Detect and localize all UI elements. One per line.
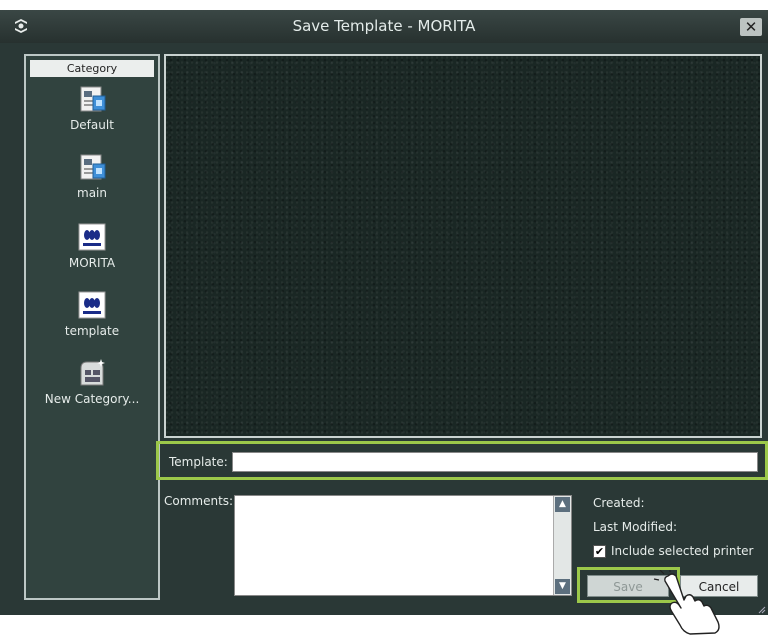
new-category-icon bbox=[80, 359, 105, 386]
resize-grip-icon[interactable] bbox=[757, 605, 766, 614]
new-category-button[interactable]: New Category... bbox=[26, 358, 158, 420]
template-label: Template: bbox=[169, 455, 228, 469]
save-template-dialog: Save Template - MORITA ✕ Category Defaul… bbox=[0, 10, 768, 615]
category-item-template[interactable]: template bbox=[26, 290, 158, 352]
template-name-input[interactable] bbox=[232, 452, 758, 472]
template-preview-area bbox=[164, 54, 762, 438]
category-item-default[interactable]: Default bbox=[26, 84, 158, 146]
created-label: Created: bbox=[593, 496, 645, 510]
category-item-main[interactable]: main bbox=[26, 152, 158, 214]
category-header: Category bbox=[30, 60, 154, 77]
comments-textarea[interactable]: ▲ ▼ bbox=[234, 495, 572, 596]
template-doc-icon bbox=[80, 154, 106, 180]
morita-logo-icon bbox=[78, 291, 106, 319]
category-item-label: New Category... bbox=[44, 392, 140, 406]
template-doc-icon bbox=[80, 86, 106, 112]
comments-scrollbar[interactable]: ▲ ▼ bbox=[553, 496, 571, 595]
window-title: Save Template - MORITA bbox=[292, 17, 476, 35]
category-item-morita[interactable]: MORITA bbox=[26, 222, 158, 284]
last-modified-label: Last Modified: bbox=[593, 520, 678, 534]
title-bar[interactable]: Save Template - MORITA ✕ bbox=[0, 10, 768, 43]
scroll-up-arrow-icon[interactable]: ▲ bbox=[555, 497, 570, 512]
category-sidebar: Category Default main MORITA template Ne… bbox=[24, 54, 160, 600]
category-item-label: template bbox=[64, 324, 120, 338]
close-button[interactable]: ✕ bbox=[740, 18, 762, 36]
category-item-label: main bbox=[77, 186, 107, 200]
category-item-label: Default bbox=[70, 118, 114, 132]
include-printer-checkbox[interactable]: ✔ bbox=[593, 545, 606, 558]
comments-label: Comments: bbox=[164, 494, 234, 508]
include-printer-label[interactable]: Include selected printer bbox=[611, 544, 753, 558]
morita-logo-icon bbox=[78, 223, 106, 251]
scroll-down-arrow-icon[interactable]: ▼ bbox=[555, 579, 570, 594]
template-name-row: Template: bbox=[156, 441, 768, 480]
category-item-label: MORITA bbox=[68, 256, 116, 270]
pointing-hand-icon bbox=[653, 570, 720, 635]
close-icon: ✕ bbox=[744, 18, 758, 36]
